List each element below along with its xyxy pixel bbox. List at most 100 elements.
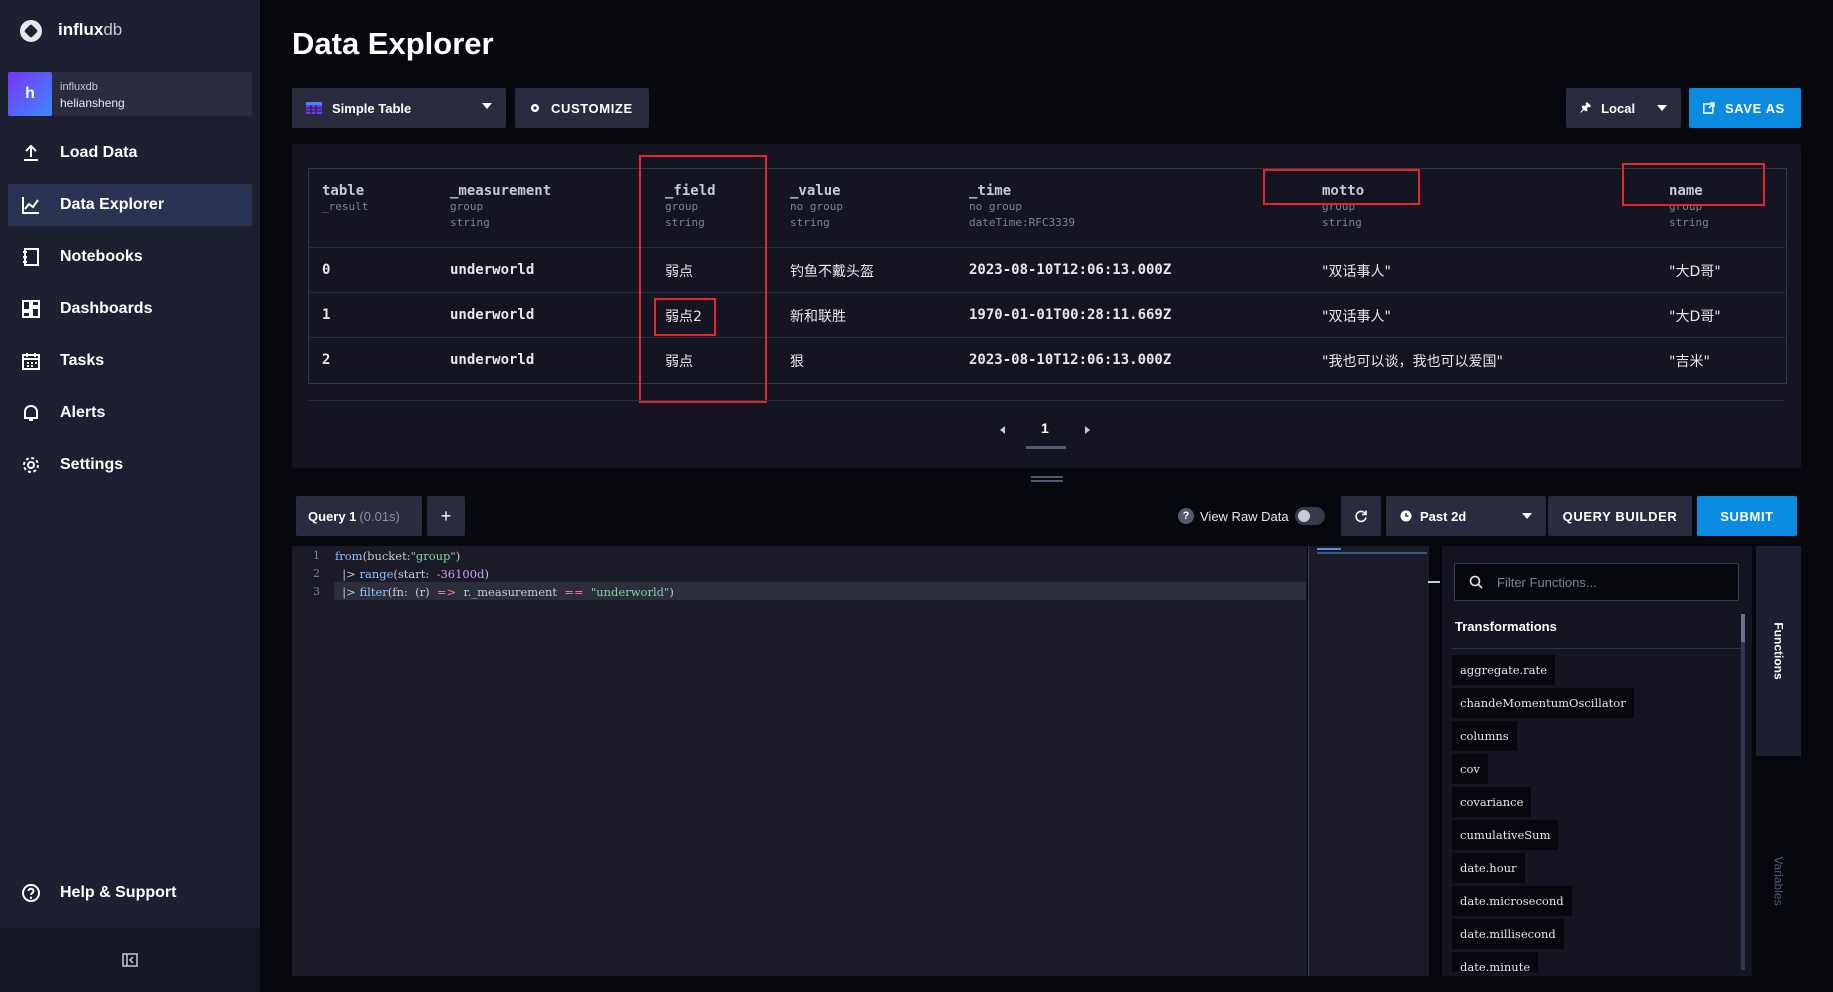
function-item[interactable]: chandeMomentumOscillator bbox=[1452, 688, 1634, 718]
chevron-down-icon bbox=[1657, 105, 1667, 111]
org-user: heliansheng bbox=[60, 96, 125, 110]
chevron-down-icon bbox=[1522, 513, 1532, 519]
chevron-right-icon[interactable] bbox=[1085, 426, 1090, 434]
code-token: -36100d bbox=[436, 567, 485, 581]
time-range-dropdown[interactable]: Past 2d bbox=[1386, 496, 1546, 536]
sidebar-item-load-data[interactable]: Load Data bbox=[8, 132, 252, 174]
gear-icon bbox=[20, 454, 42, 476]
bell-icon bbox=[20, 402, 42, 424]
collapse-sidebar-button[interactable] bbox=[0, 928, 260, 992]
refresh-button[interactable] bbox=[1341, 496, 1381, 536]
flux-script-editor[interactable]: 1 2 3 from(bucket:"group") |> range(star… bbox=[292, 546, 1307, 976]
table-cell: 1 bbox=[322, 307, 331, 323]
visualization-type-dropdown[interactable]: Simple Table bbox=[292, 88, 506, 128]
function-item[interactable]: covariance bbox=[1452, 787, 1532, 817]
table-cell: 新和联胜 bbox=[790, 309, 846, 325]
table-cell: underworld bbox=[450, 262, 535, 278]
avatar: h bbox=[8, 72, 52, 116]
code-token: range bbox=[359, 567, 394, 581]
function-item[interactable]: cumulativeSum bbox=[1452, 820, 1559, 850]
query-tab[interactable]: Query 1 (0.01s) bbox=[296, 496, 422, 536]
table-cell: underworld bbox=[450, 307, 535, 323]
sidebar-item-data-explorer[interactable]: Data Explorer bbox=[8, 184, 252, 226]
add-query-button[interactable]: + bbox=[427, 496, 465, 536]
sidebar-item-dashboards[interactable]: Dashboards bbox=[8, 288, 252, 330]
filter-functions-field[interactable] bbox=[1454, 563, 1739, 601]
code-token: "underworld" bbox=[590, 585, 670, 599]
sidebar-item-notebooks[interactable]: Notebooks bbox=[8, 236, 252, 278]
highlight-name-header bbox=[1622, 163, 1765, 206]
org-switcher[interactable]: h influxdb heliansheng bbox=[8, 72, 252, 116]
sidebar-item-label: Dashboards bbox=[60, 300, 153, 317]
table-cell: 2 bbox=[322, 352, 331, 368]
table-cell: "双话事人" bbox=[1322, 309, 1391, 325]
refresh-icon bbox=[1355, 510, 1367, 523]
query-tab-label: Query 1 bbox=[308, 508, 357, 524]
collapse-icon bbox=[122, 953, 138, 967]
page-indicator bbox=[1026, 446, 1066, 449]
transformations-heading: Transformations bbox=[1455, 619, 1557, 634]
table-cell: 狠 bbox=[790, 354, 804, 370]
function-list-scrollbar[interactable] bbox=[1741, 614, 1745, 970]
sidebar-item-label: Tasks bbox=[60, 352, 105, 369]
code-line[interactable]: from(bucket:"group") bbox=[335, 549, 460, 563]
help-icon bbox=[20, 882, 42, 904]
dashboard-icon bbox=[20, 298, 42, 320]
calendar-icon bbox=[20, 350, 42, 372]
visualization-type-label: Simple Table bbox=[332, 100, 412, 116]
tab-functions[interactable]: Functions bbox=[1756, 546, 1801, 756]
code-line[interactable]: |> filter(fn: (r) => r._measurement == "… bbox=[335, 585, 674, 599]
function-item[interactable]: date.microsecond bbox=[1452, 886, 1572, 916]
function-item[interactable]: cov bbox=[1452, 754, 1488, 784]
column-header-table[interactable]: table _result bbox=[322, 183, 368, 215]
table-cell: underworld bbox=[450, 352, 535, 368]
code-line[interactable]: |> range(start: -36100d) bbox=[335, 567, 489, 581]
column-header-value[interactable]: _value no group string bbox=[790, 183, 843, 231]
sidebar-item-alerts[interactable]: Alerts bbox=[8, 392, 252, 434]
sidebar-item-settings[interactable]: Settings bbox=[8, 444, 252, 486]
save-as-label: SAVE AS bbox=[1725, 100, 1785, 116]
editor-minimap[interactable] bbox=[1308, 546, 1429, 976]
sidebar-item-tasks[interactable]: Tasks bbox=[8, 340, 252, 382]
table-cell: "大D哥" bbox=[1669, 309, 1721, 325]
function-item[interactable]: aggregate.rate bbox=[1452, 655, 1555, 685]
query-builder-button[interactable]: QUERY BUILDER bbox=[1548, 496, 1692, 536]
timezone-dropdown[interactable]: 🖈 Local bbox=[1566, 88, 1681, 128]
function-item[interactable]: date.hour bbox=[1452, 853, 1525, 883]
table-cell: "双话事人" bbox=[1322, 264, 1391, 280]
submit-button[interactable]: SUBMIT bbox=[1697, 496, 1797, 536]
table-cell: "吉米" bbox=[1669, 354, 1710, 370]
view-raw-data-toggle[interactable]: ? View Raw Data bbox=[1178, 503, 1325, 529]
save-as-button[interactable]: SAVE AS bbox=[1689, 88, 1801, 128]
chevron-left-icon[interactable] bbox=[1000, 426, 1005, 434]
table-cell: 钓鱼不戴头盔 bbox=[790, 264, 874, 280]
function-item[interactable]: date.millisecond bbox=[1452, 919, 1564, 949]
toggle-switch[interactable] bbox=[1294, 507, 1325, 525]
panel-divider-handle[interactable] bbox=[1428, 581, 1440, 583]
query-time: (0.01s) bbox=[359, 508, 400, 524]
sidebar-item-label: Load Data bbox=[60, 144, 138, 161]
highlight-field-column bbox=[639, 155, 767, 403]
help-icon: ? bbox=[1178, 508, 1194, 524]
panel-resize-handle[interactable] bbox=[1031, 476, 1063, 482]
function-item[interactable]: columns bbox=[1452, 721, 1517, 751]
tab-variables[interactable]: Variables bbox=[1756, 826, 1801, 936]
customize-button[interactable]: CUSTOMIZE bbox=[515, 88, 649, 128]
highlight-field-cell bbox=[654, 298, 716, 336]
page-number[interactable]: 1 bbox=[1041, 420, 1049, 436]
column-header-measurement[interactable]: _measurement group string bbox=[450, 183, 551, 231]
function-item[interactable]: date.minute bbox=[1452, 952, 1539, 972]
brand-logo[interactable]: influxdb bbox=[0, 0, 260, 60]
code-token: (fn: (r) bbox=[387, 585, 437, 599]
table-row: 2 underworld 弱点 狠 2023-08-10T12:06:13.00… bbox=[308, 337, 1785, 382]
tab-functions-label: Functions bbox=[1771, 622, 1786, 680]
sidebar-item-label: Settings bbox=[60, 456, 124, 473]
filter-functions-input[interactable] bbox=[1495, 573, 1719, 591]
sidebar-item-label: Alerts bbox=[60, 404, 106, 421]
table-row: 0 underworld 弱点 钓鱼不戴头盔 2023-08-10T12:06:… bbox=[308, 247, 1785, 292]
sidebar-item-help[interactable]: Help & Support bbox=[8, 872, 252, 914]
code-token: |> bbox=[335, 567, 360, 581]
code-token: => bbox=[436, 585, 457, 599]
column-header-time[interactable]: _time no group dateTime:RFC3339 bbox=[969, 183, 1075, 231]
